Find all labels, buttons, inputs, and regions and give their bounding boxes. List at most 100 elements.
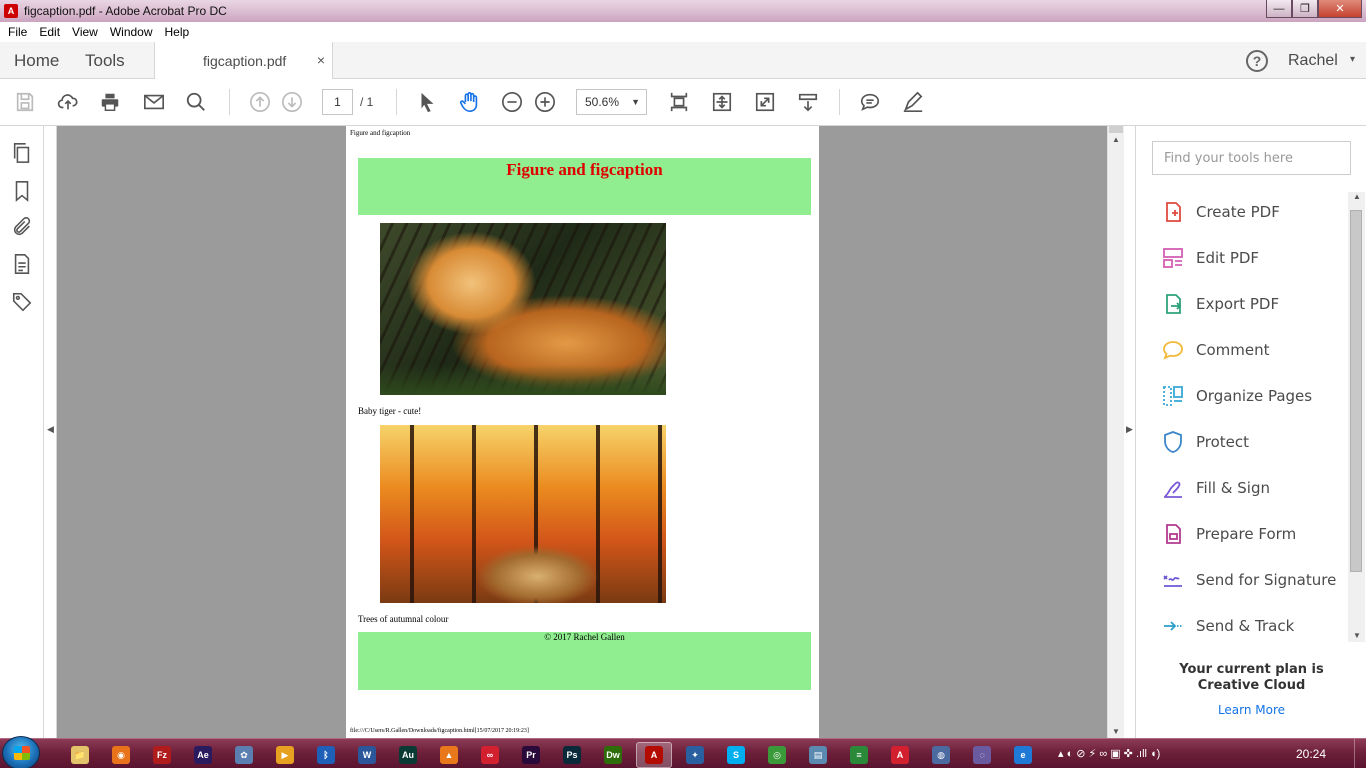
taskbar-skype-button[interactable]: S	[718, 742, 754, 768]
scroll-down-icon[interactable]: ▼	[1112, 727, 1120, 736]
menu-view[interactable]: View	[72, 25, 98, 39]
document-viewport[interactable]: Figure and figcaption Figure and figcapt…	[57, 126, 1107, 738]
tool-item-send-track[interactable]: Send & Track	[1160, 609, 1345, 643]
tab-tools[interactable]: Tools	[85, 51, 125, 71]
close-tab-icon[interactable]: ×	[317, 52, 325, 68]
tool-item-send-for-signature[interactable]: Send for Signature	[1160, 563, 1345, 597]
previous-page-icon[interactable]	[248, 90, 272, 114]
help-icon[interactable]: ?	[1246, 50, 1268, 72]
autumn-trees-image	[380, 425, 666, 603]
tool-item-comment[interactable]: Comment	[1160, 333, 1345, 367]
taskbar-premiere-button[interactable]: Pr	[513, 742, 549, 768]
minimize-button[interactable]: —	[1266, 0, 1292, 18]
attachments-icon[interactable]	[11, 216, 33, 238]
save-icon[interactable]	[13, 90, 37, 114]
tools-pane-scrollbar[interactable]: ▲ ▼	[1348, 192, 1365, 642]
scroll-mode-icon[interactable]	[796, 90, 820, 114]
menu-edit[interactable]: Edit	[39, 25, 60, 39]
start-button[interactable]	[2, 736, 40, 768]
email-icon[interactable]	[142, 90, 166, 114]
tab-home[interactable]: Home	[14, 51, 59, 71]
tool-icon: ✦	[686, 746, 704, 764]
page-thumbnails-icon[interactable]	[11, 142, 33, 164]
taskbar-network-button[interactable]: ◍	[923, 742, 959, 768]
document-scrollbar[interactable]: ▲ ▼	[1107, 126, 1124, 738]
full-screen-icon[interactable]	[753, 90, 777, 114]
scrollbar-thumb[interactable]	[1109, 126, 1123, 133]
menu-file[interactable]: File	[8, 25, 27, 39]
collapse-left-pane-handle[interactable]: ◀	[44, 126, 57, 738]
zoom-in-icon[interactable]	[533, 90, 557, 114]
tool-item-fill-sign[interactable]: Fill & Sign	[1160, 471, 1345, 505]
scroll-down-icon[interactable]: ▼	[1353, 631, 1361, 640]
taskbar-bluetooth-button[interactable]: ᛒ	[308, 742, 344, 768]
taskbar-paint-button[interactable]: ✿	[226, 742, 262, 768]
taskbar-notes-button[interactable]: ▤	[800, 742, 836, 768]
content-icon[interactable]	[11, 253, 33, 275]
word-icon: W	[358, 746, 376, 764]
tool-item-protect[interactable]: Protect	[1160, 425, 1345, 459]
tool-item-prepare-form[interactable]: Prepare Form	[1160, 517, 1345, 551]
close-button[interactable]: ✕	[1318, 0, 1362, 18]
highlight-pen-icon[interactable]	[901, 90, 925, 114]
next-page-icon[interactable]	[280, 90, 304, 114]
taskbar-photoshop-button[interactable]: Ps	[554, 742, 590, 768]
fit-page-icon[interactable]	[667, 90, 691, 114]
comment-icon[interactable]	[858, 90, 882, 114]
taskbar-dreamweaver-button[interactable]: Dw	[595, 742, 631, 768]
tool-item-organize-pages[interactable]: Organize Pages	[1160, 379, 1345, 413]
tool-item-edit-pdf[interactable]: Edit PDF	[1160, 241, 1345, 275]
send-signature-icon	[1160, 567, 1186, 593]
taskbar-chrome-button[interactable]: ◎	[759, 742, 795, 768]
taskbar-firefox-button[interactable]: ◉	[103, 742, 139, 768]
page-number-input[interactable]: 1	[322, 89, 353, 115]
print-icon[interactable]	[98, 90, 122, 114]
network-icon: ◍	[932, 746, 950, 764]
scroll-up-icon[interactable]: ▲	[1112, 135, 1120, 144]
zoom-out-icon[interactable]	[500, 90, 524, 114]
taskbar-sheets-button[interactable]: ≡	[841, 742, 877, 768]
cloud-upload-icon[interactable]	[56, 90, 80, 114]
taskbar-word-button[interactable]: W	[349, 742, 385, 768]
collapse-right-pane-handle[interactable]: ▶	[1124, 126, 1136, 738]
learn-more-link[interactable]: Learn More	[1155, 703, 1348, 717]
zoom-select[interactable]: 50.6% ▼	[576, 89, 647, 115]
user-name[interactable]: Rachel	[1288, 52, 1338, 70]
maximize-button[interactable]: ❐	[1292, 0, 1318, 18]
taskbar-tool-button[interactable]: ✦	[677, 742, 713, 768]
menu-help[interactable]: Help	[165, 25, 190, 39]
tool-item-create-pdf[interactable]: Create PDF	[1160, 195, 1345, 229]
search-icon[interactable]	[184, 90, 208, 114]
menu-window[interactable]: Window	[110, 25, 153, 39]
tool-item-export-pdf[interactable]: Export PDF	[1160, 287, 1345, 321]
scrollbar-thumb[interactable]	[1350, 210, 1362, 572]
taskbar-ie-button[interactable]: e	[1005, 742, 1041, 768]
system-tray[interactable]: ▴ ◐ ⊘ ⚡ ∞ ▣ ✜ .ıll ◖)	[1058, 747, 1160, 760]
bookmarks-icon[interactable]	[11, 180, 33, 202]
select-cursor-icon[interactable]	[415, 90, 439, 114]
taskbar-browser-button[interactable]: ◌	[964, 742, 1000, 768]
tags-icon[interactable]	[11, 291, 33, 313]
taskbar-audition-button[interactable]: Au	[390, 742, 426, 768]
taskbar-filezilla-button[interactable]: Fz	[144, 742, 180, 768]
taskbar-vlc-button[interactable]: ▲	[431, 742, 467, 768]
find-tools-input[interactable]: Find your tools here	[1152, 141, 1351, 175]
taskbar-after-effects-button[interactable]: Ae	[185, 742, 221, 768]
taskbar-acrobat-reader-button[interactable]: A	[882, 742, 918, 768]
page-total: / 1	[360, 95, 374, 109]
taskbar-explorer-button[interactable]: 📁	[62, 742, 98, 768]
creative-cloud-icon: ∞	[481, 746, 499, 764]
chevron-down-icon[interactable]: ▾	[1350, 54, 1355, 65]
clock[interactable]: 20:24	[1296, 747, 1326, 761]
taskbar-creative-cloud-button[interactable]: ∞	[472, 742, 508, 768]
show-desktop-button[interactable]	[1354, 739, 1366, 768]
acrobat-app-icon[interactable]: A	[4, 4, 18, 18]
taskbar-media-player-button[interactable]: ▶	[267, 742, 303, 768]
rotate-view-icon[interactable]	[710, 90, 734, 114]
tab-document[interactable]: figcaption.pdf ×	[154, 42, 333, 79]
scroll-up-icon[interactable]: ▲	[1353, 192, 1361, 201]
taskbar-acrobat-button[interactable]: A	[636, 742, 672, 768]
photoshop-icon: Ps	[563, 746, 581, 764]
hand-tool-icon[interactable]	[458, 90, 482, 114]
chevron-down-icon[interactable]: ▼	[631, 90, 640, 114]
